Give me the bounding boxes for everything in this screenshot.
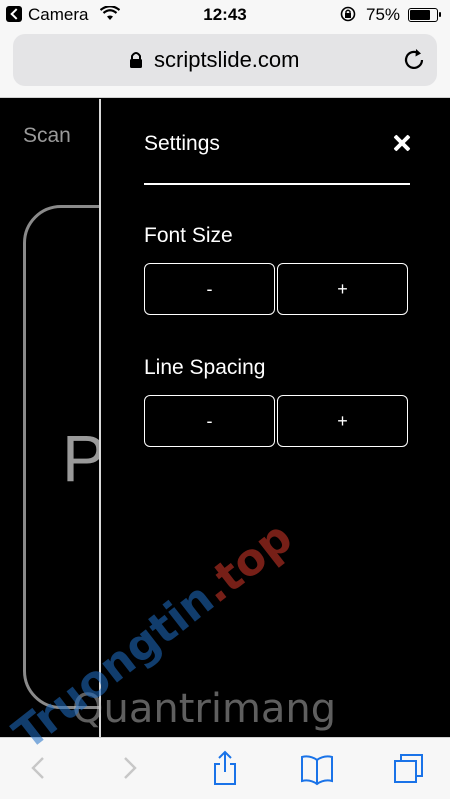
address-text[interactable]: scriptslide.com [154,47,299,73]
status-bar: Camera 12:43 75% [0,0,450,30]
share-icon[interactable] [208,750,242,786]
line-spacing-label: Line Spacing [144,356,266,379]
browser-toolbar [0,737,450,799]
battery-percent: 75% [366,5,401,24]
reload-icon[interactable] [401,47,427,73]
font-size-decrease-button[interactable]: - [144,263,275,315]
battery-icon [408,8,441,22]
lock-icon [130,52,142,68]
close-icon[interactable] [391,133,413,155]
divider [144,183,410,185]
tabs-icon[interactable] [392,750,426,786]
font-size-increase-button[interactable]: + [277,263,408,315]
font-size-label: Font Size [144,224,233,247]
browser-address-area: scriptslide.com [0,30,450,98]
orientation-lock-icon [340,6,356,22]
settings-title: Settings [144,132,220,155]
address-bar[interactable]: scriptslide.com [13,34,437,86]
bookmarks-icon[interactable] [300,750,334,786]
line-spacing-decrease-button[interactable]: - [144,395,275,447]
scan-tab[interactable]: Scan [23,124,71,148]
forward-icon[interactable] [112,750,146,786]
line-spacing-increase-button[interactable]: + [277,395,408,447]
